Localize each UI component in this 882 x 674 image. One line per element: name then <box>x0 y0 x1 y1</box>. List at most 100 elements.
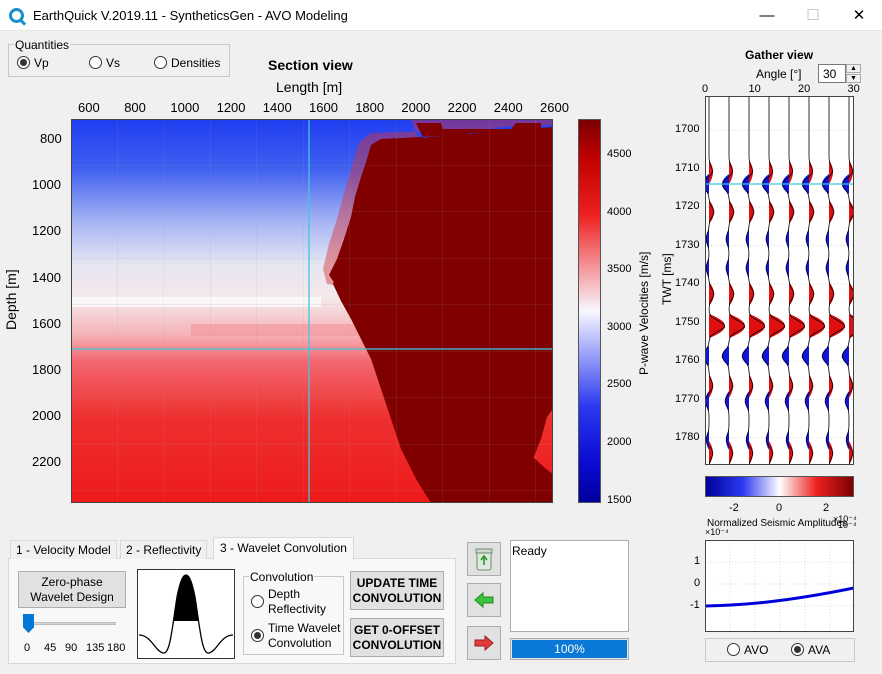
progress-bar: 100% <box>510 638 629 660</box>
gather-view-title: Gather view <box>745 48 814 62</box>
section-ytick: 2200 <box>32 454 61 470</box>
section-view-xlabel: Length [m] <box>276 79 343 95</box>
colorbar-label: P-wave Velocities [m/s] <box>637 251 651 375</box>
recycle-button[interactable] <box>467 542 501 576</box>
radio-vs-label: Vs <box>106 56 121 70</box>
section-xtick: 1000 <box>170 100 200 115</box>
section-ytick: 1800 <box>32 362 61 377</box>
tab-reflectivity[interactable]: 2 - Reflectivity <box>120 540 208 559</box>
recycle-icon <box>475 548 493 571</box>
section-xtick: 2200 <box>447 100 477 115</box>
gather-xtick: 30 <box>847 83 860 95</box>
status-box: Ready <box>510 540 629 632</box>
phase-tick: 90 <box>65 642 78 654</box>
maximize-icon[interactable]: ☐ <box>790 0 836 31</box>
colorbar-tick: 3500 <box>607 263 632 276</box>
radio-time-wavelet-label: Time Wavelet Convolution <box>268 621 341 650</box>
angle-input[interactable]: 30 <box>818 64 846 83</box>
minimize-icon[interactable]: — <box>744 0 790 31</box>
section-xtick: 2600 <box>540 100 569 115</box>
radio-time-wavelet[interactable] <box>251 629 264 642</box>
radio-vp-label: Vp <box>34 56 49 70</box>
radio-ava-label: AVA <box>808 643 831 657</box>
colorbar-tick: 2000 <box>607 436 632 448</box>
import-button[interactable] <box>467 583 501 617</box>
radio-vp[interactable] <box>17 56 30 69</box>
tab-velocity-model-label: 1 - Velocity Model <box>16 543 111 557</box>
section-view-plot[interactable] <box>71 119 553 503</box>
section-xtick: 1600 <box>309 100 338 115</box>
radio-avo[interactable] <box>727 643 740 656</box>
progress-text: 100% <box>554 642 585 656</box>
avo-y-exponent: ×10⁻⁴ <box>705 527 729 537</box>
radio-densities[interactable] <box>154 56 167 69</box>
section-xtick: 1200 <box>216 100 246 115</box>
gather-ytick: 1770 <box>675 392 700 405</box>
avo-ytick: -1 <box>690 599 700 611</box>
title-bar: EarthQuick V.2019.11 - SyntheticsGen - A… <box>0 0 882 31</box>
section-view-ylabel: Depth [m] <box>3 269 19 330</box>
gather-cbar-tick: 0 <box>776 502 783 514</box>
export-button[interactable] <box>467 626 501 660</box>
colorbar-tick: 1500 <box>607 493 632 506</box>
tab-wavelet-convolution-label: 3 - Wavelet Convolution <box>220 541 347 555</box>
wavelet-design-button[interactable]: Zero-phase Wavelet Design <box>18 571 126 608</box>
colorbar-tick: 3000 <box>607 320 632 333</box>
section-xtick: 2000 <box>401 100 431 115</box>
angle-label: Angle [°] <box>756 67 802 81</box>
phase-tick: 180 <box>107 642 126 654</box>
phase-tick: 45 <box>44 642 57 654</box>
radio-depth-reflectivity-label: Depth Reflectivity <box>268 587 327 616</box>
section-ytick: 800 <box>40 131 62 146</box>
arrow-left-icon <box>474 591 494 609</box>
gather-ytick: 1740 <box>675 277 700 289</box>
radio-vs[interactable] <box>89 56 102 69</box>
gather-plot[interactable] <box>705 96 854 465</box>
update-time-convolution-button[interactable]: UPDATE TIME CONVOLUTION <box>350 571 444 610</box>
angle-up-icon[interactable]: ▲ <box>846 64 861 73</box>
app-logo-icon <box>9 8 24 23</box>
colorbar-tick: 4000 <box>607 205 632 218</box>
tab-reflectivity-label: 2 - Reflectivity <box>126 543 202 557</box>
section-ytick: 1600 <box>32 315 61 331</box>
radio-densities-label: Densities <box>171 56 221 70</box>
convolution-title: Convolution <box>249 570 315 584</box>
close-icon[interactable]: ✕ <box>836 0 882 31</box>
section-ytick: 2000 <box>32 408 61 424</box>
wavelet-preview <box>137 569 235 659</box>
section-xtick: 600 <box>78 100 100 115</box>
gather-cbar-tick: 2 <box>823 502 830 514</box>
gather-ytick: 1730 <box>675 238 700 251</box>
gather-xtick: 0 <box>702 83 709 95</box>
avo-plot[interactable] <box>705 540 854 632</box>
phase-tick: 0 <box>24 642 31 654</box>
window-title: EarthQuick V.2019.11 - SyntheticsGen - A… <box>33 8 348 23</box>
zero-offset-convolution-button[interactable]: GET 0-OFFSET CONVOLUTION <box>350 618 444 657</box>
gather-xtick: 10 <box>748 83 761 95</box>
avo-ytick: 1 <box>694 555 701 567</box>
radio-ava[interactable] <box>791 643 804 656</box>
gather-ytick: 1720 <box>675 200 700 212</box>
radio-avo-label: AVO <box>744 643 769 657</box>
gather-cbar-tick: -2 <box>729 502 739 514</box>
quantities-title: Quantities <box>14 38 71 52</box>
colorbar-tick: 2500 <box>607 378 632 391</box>
phase-slider-track[interactable] <box>28 622 116 625</box>
gather-ytick: 1780 <box>675 431 700 443</box>
colorbar-tick: 4500 <box>607 148 632 160</box>
section-xtick: 1800 <box>355 100 385 115</box>
tab-wavelet-convolution[interactable]: 3 - Wavelet Convolution <box>213 537 354 560</box>
gather-ytick: 1710 <box>675 161 700 174</box>
section-xtick: 800 <box>124 100 146 115</box>
gather-colorbar <box>705 476 854 497</box>
tab-velocity-model[interactable]: 1 - Velocity Model <box>10 540 117 559</box>
section-xtick: 2400 <box>493 100 523 115</box>
gather-xtick: 20 <box>798 83 811 95</box>
section-grid <box>71 119 553 503</box>
section-ytick: 1000 <box>32 177 61 193</box>
avo-ytick: 0 <box>694 577 701 589</box>
section-ytick: 1400 <box>32 269 61 285</box>
angle-down-icon[interactable]: ▼ <box>846 74 861 83</box>
section-view-title: Section view <box>268 57 353 73</box>
radio-depth-reflectivity[interactable] <box>251 595 264 608</box>
